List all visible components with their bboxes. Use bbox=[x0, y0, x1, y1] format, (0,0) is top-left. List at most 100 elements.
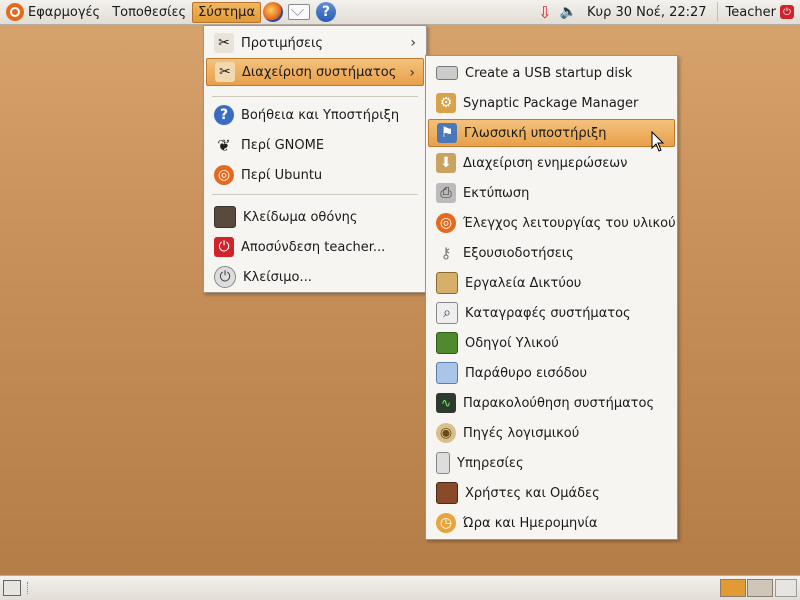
places-menu-label: Τοποθεσίες bbox=[112, 4, 187, 20]
bottom-panel bbox=[0, 575, 800, 600]
submenu-item-label: Εκτύπωση bbox=[463, 185, 530, 201]
submenu-item-synaptic[interactable]: ⚙ Synaptic Package Manager bbox=[428, 89, 675, 117]
printer-icon: ⎙ bbox=[436, 183, 456, 203]
submenu-item-time-date[interactable]: ◷ Ώρα και Ημερομηνία bbox=[428, 509, 675, 537]
help-icon[interactable]: ? bbox=[316, 2, 337, 22]
login-window-icon bbox=[436, 362, 458, 384]
system-monitor-icon: ∿ bbox=[436, 393, 456, 413]
time-date-icon: ◷ bbox=[436, 513, 456, 533]
submenu-item-label: Υπηρεσίες bbox=[457, 455, 524, 471]
software-sources-icon: ◉ bbox=[436, 423, 456, 443]
submenu-item-network-tools[interactable]: Εργαλεία Δικτύου bbox=[428, 269, 675, 297]
menu-item-lock-screen[interactable]: Κλείδωμα οθόνης bbox=[206, 203, 424, 231]
submenu-item-label: Εξουσιοδοτήσεις bbox=[463, 245, 574, 261]
power-icon[interactable]: ⏻ bbox=[780, 5, 794, 19]
submenu-item-hardware-drivers[interactable]: Οδηγοί Υλικού bbox=[428, 329, 675, 357]
submenu-item-system-monitor[interactable]: ∿ Παρακολούθηση συστήματος bbox=[428, 389, 675, 417]
submenu-item-label: Χρήστες και Ομάδες bbox=[465, 485, 600, 501]
hardware-test-icon: ◎ bbox=[436, 213, 456, 233]
submenu-item-software-sources[interactable]: ◉ Πηγές λογισμικού bbox=[428, 419, 675, 447]
menu-item-administration[interactable]: ✂ Διαχείριση συστήματος › bbox=[206, 58, 424, 86]
preferences-icon: ✂ bbox=[214, 33, 234, 53]
mouse-cursor-icon bbox=[651, 131, 665, 152]
submenu-item-label: Παρακολούθηση συστήματος bbox=[463, 395, 655, 411]
submenu-item-login-window[interactable]: Παράθυρο εισόδου bbox=[428, 359, 675, 387]
submenu-item-label: Ώρα και Ημερομηνία bbox=[463, 515, 598, 531]
submenu-item-label: Παράθυρο εισόδου bbox=[465, 365, 588, 381]
firefox-icon[interactable] bbox=[263, 2, 284, 22]
submenu-item-label: Create a USB startup disk bbox=[465, 65, 633, 81]
administration-submenu: Create a USB startup disk ⚙ Synaptic Pac… bbox=[425, 55, 678, 540]
menu-item-label: Διαχείριση συστήματος bbox=[242, 64, 397, 80]
update-notifier-icon[interactable]: ⇩ bbox=[538, 3, 551, 22]
menu-item-help[interactable]: ? Βοήθεια και Υποστήριξη bbox=[206, 101, 424, 129]
show-desktop-icon[interactable] bbox=[3, 580, 21, 596]
panel-separator bbox=[716, 2, 718, 22]
shutdown-icon: ⏻ bbox=[214, 266, 236, 288]
workspace-2[interactable] bbox=[747, 579, 773, 597]
submenu-item-label: Καταγραφές συστήματος bbox=[465, 305, 631, 321]
menu-item-label: Κλείδωμα οθόνης bbox=[243, 209, 358, 225]
help-icon: ? bbox=[214, 105, 234, 125]
workspace-1[interactable] bbox=[720, 579, 746, 597]
menu-item-preferences[interactable]: ✂ Προτιμήσεις › bbox=[206, 29, 424, 57]
users-groups-icon bbox=[436, 482, 458, 504]
keys-icon: ⚷ bbox=[440, 244, 452, 262]
hardware-drivers-icon bbox=[436, 332, 458, 354]
panel-grip bbox=[27, 582, 32, 594]
submenu-item-printing[interactable]: ⎙ Εκτύπωση bbox=[428, 179, 675, 207]
logout-icon: ⏻ bbox=[214, 237, 234, 257]
submenu-item-label: Έλεγχος λειτουργίας του υλικού bbox=[463, 215, 676, 231]
volume-icon[interactable]: 🔈 bbox=[560, 4, 577, 20]
submenu-item-label: Εργαλεία Δικτύου bbox=[465, 275, 582, 291]
menu-separator bbox=[212, 194, 418, 195]
gnome-foot-icon: ❦ bbox=[217, 135, 231, 155]
network-tools-icon bbox=[436, 272, 458, 294]
submenu-item-authorizations[interactable]: ⚷ Εξουσιοδοτήσεις bbox=[428, 239, 675, 267]
top-panel-right: ⇩ 🔈 Κυρ 30 Νοέ, 22:27 Teacher ⏻ bbox=[534, 0, 800, 24]
submenu-item-label: Διαχείριση ενημερώσεων bbox=[463, 155, 628, 171]
trash-icon[interactable] bbox=[775, 579, 797, 597]
menu-item-shutdown[interactable]: ⏻ Κλείσιμο... bbox=[206, 263, 424, 291]
submenu-item-system-log[interactable]: ⌕ Καταγραφές συστήματος bbox=[428, 299, 675, 327]
menu-item-about-gnome[interactable]: ❦ Περί GNOME bbox=[206, 131, 424, 159]
menu-separator bbox=[212, 96, 418, 97]
mail-icon[interactable] bbox=[288, 4, 311, 20]
submenu-item-services[interactable]: Υπηρεσίες bbox=[428, 449, 675, 477]
chevron-right-icon: › bbox=[409, 65, 415, 81]
submenu-item-users-groups[interactable]: Χρήστες και Ομάδες bbox=[428, 479, 675, 507]
clock[interactable]: Κυρ 30 Νοέ, 22:27 bbox=[587, 5, 707, 20]
menu-item-label: Αποσύνδεση teacher... bbox=[241, 239, 386, 255]
places-menu[interactable]: Τοποθεσίες bbox=[106, 1, 192, 24]
system-menu-dropdown: ✂ Προτιμήσεις › ✂ Διαχείριση συστήματος … bbox=[203, 25, 427, 293]
synaptic-icon: ⚙ bbox=[436, 93, 456, 113]
submenu-item-label: Γλωσσική υποστήριξη bbox=[464, 125, 607, 141]
applications-menu[interactable]: Εφαρμογές bbox=[0, 1, 106, 24]
top-panel: Εφαρμογές Τοποθεσίες Σύστημα ? ⇩ 🔈 Κυρ 3… bbox=[0, 0, 800, 25]
menu-item-about-ubuntu[interactable]: ◎ Περί Ubuntu bbox=[206, 161, 424, 189]
submenu-item-update-manager[interactable]: ⬇ Διαχείριση ενημερώσεων bbox=[428, 149, 675, 177]
user-name[interactable]: Teacher bbox=[726, 5, 776, 20]
submenu-item-usb-startup[interactable]: Create a USB startup disk bbox=[428, 59, 675, 87]
menu-item-label: Περί GNOME bbox=[241, 137, 325, 153]
submenu-item-label: Synaptic Package Manager bbox=[463, 95, 639, 111]
lock-screen-icon bbox=[214, 206, 236, 228]
submenu-item-hardware-test[interactable]: ◎ Έλεγχος λειτουργίας του υλικού bbox=[428, 209, 676, 237]
menu-item-label: Περί Ubuntu bbox=[241, 167, 323, 183]
update-manager-icon: ⬇ bbox=[436, 153, 456, 173]
menu-item-label: Κλείσιμο... bbox=[243, 269, 312, 285]
menu-item-logout[interactable]: ⏻ Αποσύνδεση teacher... bbox=[206, 233, 424, 261]
submenu-item-label: Οδηγοί Υλικού bbox=[465, 335, 559, 351]
applications-menu-label: Εφαρμογές bbox=[28, 4, 101, 20]
system-menu[interactable]: Σύστημα bbox=[192, 1, 262, 23]
ubuntu-icon: ◎ bbox=[214, 165, 234, 185]
ubuntu-icon bbox=[6, 3, 24, 21]
menu-item-label: Προτιμήσεις bbox=[241, 35, 324, 51]
menu-item-label: Βοήθεια και Υποστήριξη bbox=[241, 107, 400, 123]
system-menu-label: Σύστημα bbox=[198, 4, 256, 20]
language-flag-icon: ⚑ bbox=[437, 123, 457, 143]
system-log-icon: ⌕ bbox=[436, 302, 458, 324]
submenu-item-language-support[interactable]: ⚑ Γλωσσική υποστήριξη bbox=[428, 119, 675, 147]
usb-disk-icon bbox=[436, 66, 458, 80]
chevron-right-icon: › bbox=[410, 35, 416, 51]
